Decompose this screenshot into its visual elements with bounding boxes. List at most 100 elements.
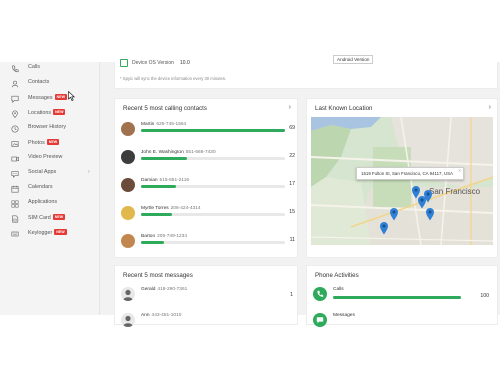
sidebar-item-social-apps[interactable]: Social Apps › bbox=[0, 167, 100, 182]
message-icon bbox=[313, 313, 327, 327]
map-pin-icon[interactable] bbox=[389, 207, 399, 221]
avatar bbox=[121, 206, 135, 220]
activity-bar-fill bbox=[333, 296, 461, 299]
last-known-location-card: Last Known Location › San Francisco 1519… bbox=[306, 98, 498, 258]
contact-row[interactable]: John E. Washington 551-666-7430 22 bbox=[121, 148, 295, 170]
sidebar-item-label: Video Preview bbox=[28, 154, 63, 160]
recent-calling-contacts-card: Recent 5 most calling contacts › Martin 6… bbox=[114, 98, 298, 258]
new-badge: NEW bbox=[52, 214, 66, 220]
new-badge: NEW bbox=[53, 109, 66, 115]
chevron-right-icon: › bbox=[88, 169, 90, 175]
sidebar-item-label: Calls bbox=[28, 64, 40, 70]
sidebar-item-label: Browser History bbox=[28, 124, 67, 130]
avatar bbox=[121, 178, 135, 192]
call-count-bar-fill bbox=[141, 157, 187, 160]
card-title: Recent 5 most calling contacts bbox=[123, 105, 207, 112]
message-row[interactable]: Ann 443-451-1010 bbox=[121, 313, 301, 333]
sidebar-item-video-preview[interactable]: Video Preview bbox=[0, 152, 100, 167]
sim-card-icon bbox=[10, 214, 20, 224]
avatar bbox=[121, 287, 135, 301]
calls-icon bbox=[10, 64, 20, 74]
card-title: Last Known Location bbox=[315, 105, 373, 112]
browser-history-icon bbox=[10, 124, 20, 134]
sync-note: * Spyic will sync the device information… bbox=[120, 76, 227, 81]
avatar bbox=[121, 150, 135, 164]
call-count-bar-fill bbox=[141, 129, 285, 132]
sidebar-item-locations[interactable]: Locations NEW bbox=[0, 107, 100, 122]
call-count-bar bbox=[141, 129, 285, 132]
avatar bbox=[121, 234, 135, 248]
message-count: 1 bbox=[290, 292, 293, 298]
contact-name: John E. Washington 551-666-7430 bbox=[141, 150, 216, 155]
sidebar-item-sim-card[interactable]: SIM Card NEW bbox=[0, 212, 100, 227]
sidebar-item-calendars[interactable]: Calendars bbox=[0, 182, 100, 197]
avatar bbox=[121, 313, 135, 327]
sidebar-item-label: Calendars bbox=[28, 184, 53, 190]
sidebar-item-photos[interactable]: Photos NEW bbox=[0, 137, 100, 152]
sidebar-item-keylogger[interactable]: Keylogger NEW bbox=[0, 227, 100, 242]
device-info-card: Device OS Version 10.0 Android Version *… bbox=[114, 55, 498, 89]
new-badge: NEW bbox=[54, 94, 67, 100]
map-pin-icon[interactable] bbox=[425, 207, 435, 221]
sidebar-item-label: SIM Card NEW bbox=[28, 214, 66, 221]
chevron-right-icon[interactable]: › bbox=[289, 104, 291, 111]
android-version-tooltip: Android Version bbox=[333, 55, 374, 64]
phone-icon bbox=[313, 287, 327, 301]
sidebar-item-label: Messages NEW bbox=[28, 94, 67, 101]
contact-name: Martin 625-745-1564 bbox=[141, 122, 187, 127]
map-pin-icon[interactable] bbox=[423, 189, 433, 203]
contact-name: Myrtle Torres 206-424-4314 bbox=[141, 206, 201, 211]
new-badge: NEW bbox=[46, 139, 60, 145]
contact-row[interactable]: Martin 625-745-1564 69 bbox=[121, 120, 295, 142]
call-count-bar bbox=[141, 241, 285, 244]
sidebar-item-label: Contacts bbox=[28, 79, 50, 85]
call-count: 15 bbox=[289, 209, 295, 215]
sidebar-item-label: Photos NEW bbox=[28, 139, 60, 146]
sidebar-item-contacts[interactable]: Contacts bbox=[0, 77, 100, 92]
sidebar-item-browser-history[interactable]: Browser History bbox=[0, 122, 100, 137]
card-title: Phone Activities bbox=[315, 272, 359, 279]
video-icon bbox=[10, 154, 20, 164]
device-os-label: Device OS Version bbox=[132, 60, 174, 66]
sidebar-item-messages[interactable]: Messages NEW bbox=[0, 92, 100, 107]
messages-icon bbox=[10, 94, 20, 104]
sidebar-item-calls[interactable]: Calls bbox=[0, 62, 100, 77]
keylogger-icon bbox=[10, 229, 20, 239]
contact-name: Damian 515-651-2116 bbox=[141, 178, 190, 183]
sidebar-item-label: Applications bbox=[28, 199, 58, 205]
call-count: 11 bbox=[289, 237, 295, 243]
call-count-bar bbox=[141, 157, 285, 160]
contact-row[interactable]: Myrtle Torres 206-424-4314 15 bbox=[121, 204, 295, 226]
call-count-bar-fill bbox=[141, 185, 177, 188]
photos-icon bbox=[10, 139, 20, 149]
device-os-value: 10.0 bbox=[180, 60, 190, 66]
call-count-bar bbox=[141, 185, 285, 188]
contact-row[interactable]: Barton 205-749-1234 11 bbox=[121, 232, 295, 254]
sidebar-item-label: Social Apps bbox=[28, 169, 57, 175]
avatar bbox=[121, 122, 135, 136]
call-count: 17 bbox=[289, 181, 295, 187]
recent-messages-card: Recent 5 most messages Gerald 418-290-736… bbox=[114, 265, 301, 327]
map-pin-icon[interactable] bbox=[379, 221, 389, 235]
message-contact: Gerald 418-290-7361 bbox=[141, 287, 188, 292]
map-graphic bbox=[311, 117, 493, 245]
contacts-icon bbox=[10, 79, 20, 89]
sidebar-item-label: Locations NEW bbox=[28, 109, 66, 116]
activity-label: Calls bbox=[333, 287, 344, 292]
location-address: 1519 Fulton St, San Francisco, CA 94117,… bbox=[361, 171, 453, 176]
location-map[interactable]: San Francisco 1519 Fulton St, San Franci… bbox=[311, 117, 493, 245]
message-contact: Ann 443-451-1010 bbox=[141, 313, 182, 318]
activity-value: 100 bbox=[480, 293, 489, 299]
contact-name: Barton 205-749-1234 bbox=[141, 234, 188, 239]
map-city-label: San Francisco bbox=[429, 187, 481, 196]
card-title: Recent 5 most messages bbox=[123, 272, 193, 279]
activity-bar bbox=[333, 296, 461, 299]
contact-row[interactable]: Damian 515-651-2116 17 bbox=[121, 176, 295, 198]
calendar-icon bbox=[10, 184, 20, 194]
chevron-right-icon[interactable]: › bbox=[489, 104, 491, 111]
close-icon[interactable]: × bbox=[458, 168, 461, 173]
activity-label: Messages bbox=[333, 313, 355, 318]
message-row[interactable]: Gerald 418-290-7361 1 bbox=[121, 287, 301, 307]
sidebar-item-applications[interactable]: Applications bbox=[0, 197, 100, 212]
call-count-bar-fill bbox=[141, 241, 164, 244]
